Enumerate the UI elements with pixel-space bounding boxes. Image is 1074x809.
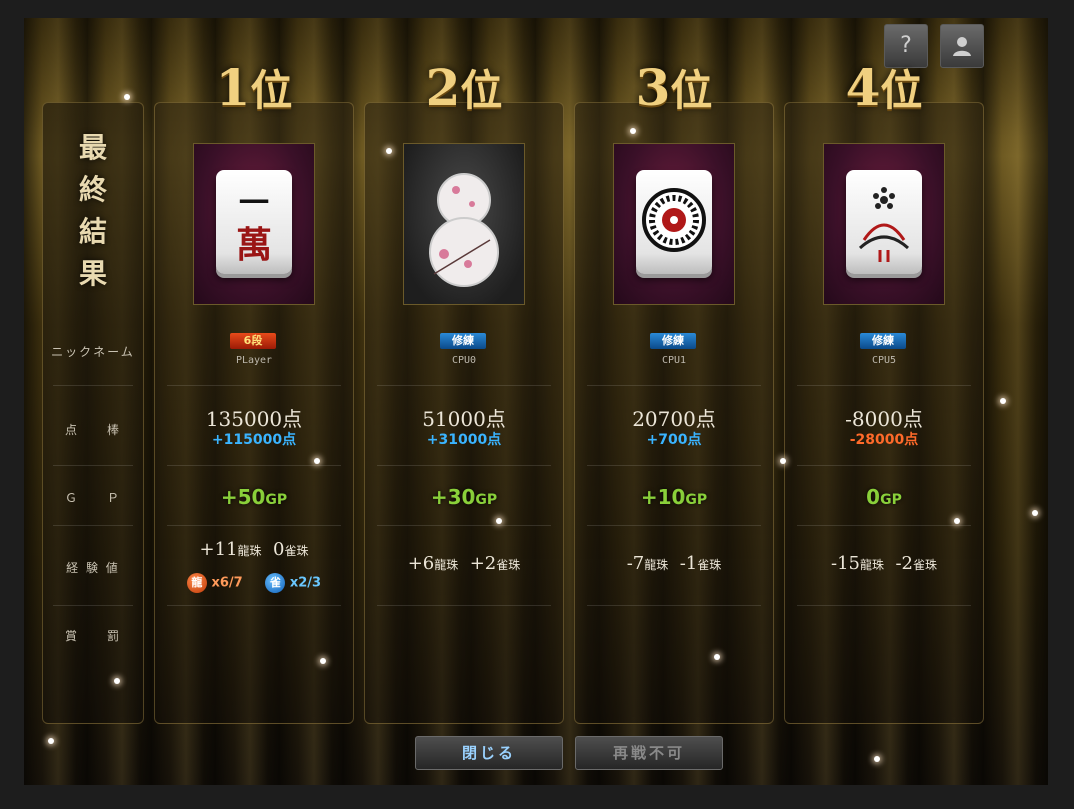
exp-value: -7龍珠 -1雀珠 — [626, 553, 722, 574]
sparkle — [1032, 510, 1038, 516]
divider — [167, 525, 341, 526]
divider — [167, 385, 341, 386]
sparkle — [780, 458, 786, 464]
nickname: CPU1 — [661, 355, 687, 366]
orb-progress: 龍 x6/7 雀 x2/3 — [155, 573, 353, 593]
exp-label: 経 験 値 — [66, 561, 120, 575]
sparkle — [630, 128, 636, 134]
score: 20700点 — [632, 407, 716, 431]
nickname: CPU5 — [871, 355, 897, 366]
nickname: CPU0 — [451, 355, 477, 366]
divider — [587, 465, 761, 466]
final-result-title: 最 終 結 果 — [78, 131, 107, 290]
mahjong-tile-icon: 一 萬 — [216, 170, 292, 274]
sparkle — [714, 654, 720, 660]
exp-value: -15龍珠 -2雀珠 — [830, 553, 938, 574]
rank-label: 1位 — [215, 58, 293, 117]
player-panel-2: 2位 修練 CPU0 51000点 +31000点 +30GP +6龍珠 +2雀… — [364, 58, 564, 724]
sparkle — [496, 518, 502, 524]
exp-value: +6龍珠 +2雀珠 — [407, 553, 521, 574]
gp-value: +30GP — [430, 485, 498, 509]
sparkle — [314, 458, 320, 464]
score-delta: +115000点 — [211, 432, 297, 448]
gp-label: Ｇ Ｐ — [64, 491, 121, 505]
rank-badge: 6段 — [230, 333, 276, 349]
gp-value: +50GP — [220, 485, 288, 509]
points-label: 点 棒 — [64, 423, 121, 437]
divider — [167, 465, 341, 466]
divider — [377, 465, 551, 466]
sparrow-orb-icon: 雀 — [265, 573, 286, 593]
sparkle — [124, 94, 130, 100]
sparrow-orb-count: x2/3 — [289, 575, 322, 591]
rank-label: 2位 — [425, 58, 503, 117]
divider — [53, 465, 133, 466]
sparkle — [114, 678, 120, 684]
avatar — [403, 143, 525, 305]
player-panel-4: 4位 修練 CPU5 -8000点 -28000点 0GP -15龍珠 -2雀珠 — [784, 58, 984, 724]
plum-eight-icon — [429, 173, 499, 287]
divider — [797, 465, 971, 466]
avatar — [823, 143, 945, 305]
result-screen: ? 最 終 結 果 ニックネーム 点 棒 Ｇ Ｐ 経 験 値 賞 罰 1位 一 … — [24, 18, 1048, 785]
score-delta: +31000点 — [426, 432, 502, 448]
gp-value: 0GP — [866, 485, 902, 509]
player-panel-3: 3位 修練 CPU1 20700点 +700点 +10GP -7龍珠 -1雀珠 — [574, 58, 774, 724]
mahjong-tile-icon — [846, 170, 922, 274]
nickname: PLayer — [235, 355, 273, 366]
rank-label: 4位 — [845, 58, 923, 117]
sparkle — [48, 738, 54, 744]
score: -8000点 — [845, 407, 923, 431]
divider — [53, 605, 133, 606]
dragon-orb-count: x6/7 — [211, 575, 243, 591]
exp-value: +11龍珠 0雀珠 — [199, 539, 309, 560]
player-panel-1: 1位 一 萬 6段 PLayer 135000点 +115000点 +50GP … — [154, 58, 354, 724]
divider — [167, 605, 341, 606]
reward-label: 賞 罰 — [64, 629, 121, 643]
rank-badge: 修練 — [440, 333, 486, 349]
divider — [53, 525, 133, 526]
dragon-orb-icon: 龍 — [186, 573, 207, 593]
score: 51000点 — [422, 407, 506, 431]
divider — [797, 385, 971, 386]
score-delta: -28000点 — [849, 432, 919, 448]
gp-value: +10GP — [640, 485, 708, 509]
sparkle — [874, 756, 880, 762]
divider — [377, 385, 551, 386]
avatar — [613, 143, 735, 305]
sparkle — [320, 658, 326, 664]
divider — [377, 525, 551, 526]
sparkle — [1000, 398, 1006, 404]
nickname-label: ニックネーム — [51, 345, 135, 359]
close-button[interactable]: 閉じる — [415, 736, 563, 770]
divider — [797, 605, 971, 606]
mahjong-tile-icon — [636, 170, 712, 274]
sparkle — [386, 148, 392, 154]
rematch-button[interactable]: 再戦不可 — [575, 736, 723, 770]
divider — [377, 605, 551, 606]
label-column: 最 終 結 果 ニックネーム 点 棒 Ｇ Ｐ 経 験 値 賞 罰 — [42, 102, 144, 724]
divider — [797, 525, 971, 526]
avatar: 一 萬 — [193, 143, 315, 305]
divider — [587, 605, 761, 606]
divider — [53, 385, 133, 386]
rank-badge: 修練 — [650, 333, 696, 349]
person-icon — [951, 33, 973, 58]
help-icon: ? — [900, 33, 912, 58]
rank-label: 3位 — [635, 58, 713, 117]
score-delta: +700点 — [646, 432, 702, 448]
rank-badge: 修練 — [860, 333, 906, 349]
divider — [587, 525, 761, 526]
sparkle — [954, 518, 960, 524]
score: 135000点 — [205, 407, 303, 431]
divider — [587, 385, 761, 386]
